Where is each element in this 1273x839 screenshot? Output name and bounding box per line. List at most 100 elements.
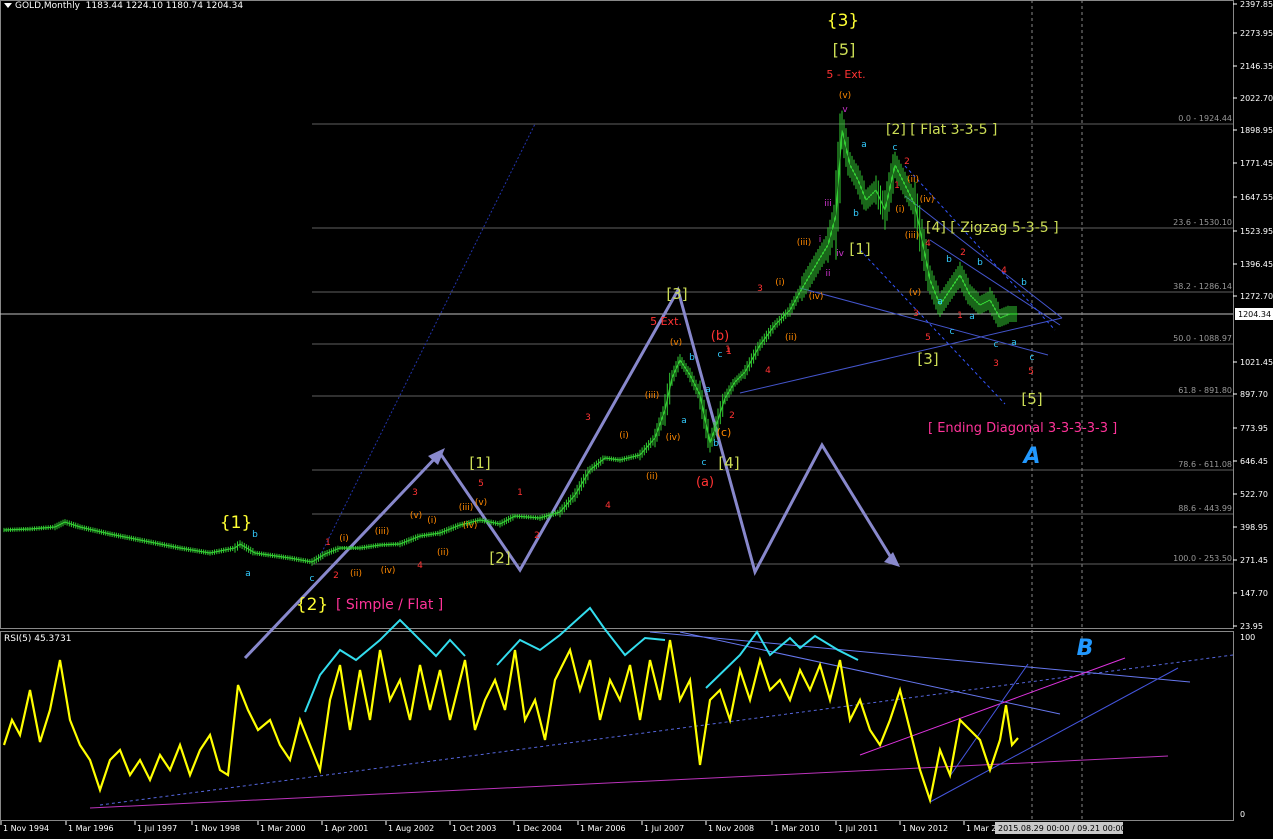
minor-wave-label: c [718,350,723,360]
chart-canvas[interactable]: 0.0 - 1924.44 23.6 - 1530.10 38.2 - 1286… [0,0,1273,839]
time-axis-label: 1 Jul 2007 [644,824,684,833]
minor-wave-label: c [950,327,955,337]
wave-label-B: B [1077,636,1094,661]
minor-wave-label: a [705,385,711,395]
fib-level-labels: 0.0 - 1924.44 23.6 - 1530.10 38.2 - 1286… [1173,114,1232,563]
wave-label: {2} [296,595,328,615]
price-axis-label: 1396.45 [1240,260,1273,269]
minor-wave-label: b [252,530,258,540]
minor-wave-label: a [1011,338,1017,348]
price-axis-label: 2397.85 [1240,0,1273,9]
time-axis-label: 1 Nov 2008 [708,824,754,833]
ohlc-values: 1183.44 1224.10 1180.74 1204.34 [85,1,244,11]
minor-wave-label: (iv) [381,566,396,576]
minor-wave-label: (ii) [785,333,797,343]
price-axis-label: 2273.95 [1240,29,1273,38]
minor-wave-label: a [861,140,867,150]
minor-wave-label: (iv) [920,195,935,205]
rsi-guide-lines [89,631,1234,809]
time-axis-label: 1 Nov 1998 [194,824,240,833]
minor-wave-label: b [1021,278,1027,288]
minor-wave-label: (i) [775,278,785,288]
wave-label: [4] [718,454,739,472]
rsi-panel-frame [0,631,1234,821]
minor-wave-label: (i) [895,205,905,215]
symbol-label: GOLD,Monthly [15,1,80,11]
minor-wave-label: (iv) [463,521,478,531]
minor-wave-label: c [310,574,315,584]
minor-wave-label: (i) [339,534,349,544]
fib-label-6: 88.6 - 443.99 [1178,504,1232,513]
minor-wave-label: ii [825,269,830,279]
price-axis-label: 2146.35 [1240,62,1273,71]
minor-wave-label: 3 [585,413,591,423]
price-axis-label: 1523.95 [1240,227,1273,236]
minor-wave-label: (v) [475,498,487,508]
wave-label-A: A [1021,444,1040,469]
rsi-scale-bottom: 0 [1240,810,1245,819]
wave-label: v [842,105,848,115]
wave-label: [3] [917,350,938,368]
time-axis-label: 1 Jul 2011 [838,824,878,833]
price-axis-label: 1272.70 [1240,292,1273,301]
minor-wave-label: 2 [534,531,540,541]
minor-wave-label: 3 [993,359,999,369]
wave-label: (a) [696,475,714,490]
minor-wave-label: a [969,312,975,322]
minor-wave-label: 4 [417,561,423,571]
minor-wave-label: 1 [957,311,963,321]
time-axis-label: 1 Nov 1994 [3,824,49,833]
minor-wave-label: b [689,353,695,363]
time-axis-label: 1 Oct 2003 [452,824,496,833]
rsi-cyan-arrows [304,606,859,713]
minor-wave-label: (iv) [666,433,681,443]
minor-wave-label: 4 [925,239,931,249]
chart-title-bar[interactable]: GOLD,Monthly 1183.44 1224.10 1180.74 120… [4,1,243,11]
minor-wave-label: 4 [1001,266,1007,276]
minor-wave-label: c [702,458,707,468]
minor-wave-label: a [245,569,251,579]
rsi-scale-top: 100 [1240,633,1255,642]
current-price-value: 1204.34 [1238,310,1271,319]
minor-wave-label: iv [836,249,845,259]
wave-label: [4] [ Zigzag 5-3-5 ] [926,220,1059,236]
wave-label: (c) [717,426,732,439]
price-bars [3,110,1017,566]
wave-label: [ Ending Diagonal 3-3-3-3-3 ] [928,421,1117,436]
dropdown-triangle-icon[interactable] [4,3,12,8]
price-axis-label: 522.70 [1240,490,1268,499]
fib-label-1: 23.6 - 1530.10 [1173,218,1232,227]
wave-label: [2] [489,549,510,567]
fib-label-3: 50.0 - 1088.97 [1173,334,1232,343]
minor-wave-label: (iii) [645,391,660,401]
price-axis-label: 398.95 [1240,523,1268,532]
minor-wave-label: (i) [427,516,437,526]
wave-label: [ Simple / Flat ] [336,597,443,613]
time-axis-label: 1 Aug 2002 [388,824,434,833]
minor-wave-label: (ii) [646,472,658,482]
minor-wave-label: 3 [412,488,418,498]
time-axis-label: 1 Dec 2004 [516,824,562,833]
fib-label-5: 78.6 - 611.08 [1178,460,1232,469]
minor-wave-label: b [946,255,952,265]
time-axis-label: 1 Mar 2010 [774,824,820,833]
rsi-arrow [496,606,666,666]
minor-wave-label: (v) [909,288,921,298]
minor-wave-label: (v) [410,511,422,521]
channel-line[interactable] [317,123,536,561]
price-axis-label: 1647.55 [1240,193,1273,202]
price-axis-label: 1771.45 [1240,159,1273,168]
price-axis-label: 147.70 [1240,589,1268,598]
wave-label: 5 - Ext. [826,68,865,81]
fib-label-4: 61.8 - 891.80 [1178,386,1232,395]
minor-wave-label: 1 [725,345,731,355]
minor-wave-label: c [1030,353,1035,363]
time-axis-label: 1 Mar 2 [966,824,996,833]
minor-wave-label: (iii) [905,231,920,241]
wave-label: [2] [ Flat 3-3-5 ] [886,122,997,138]
minor-wave-label: b [713,439,719,449]
price-axis-label: 773.95 [1240,424,1268,433]
minor-wave-label: 4 [605,501,611,511]
wave-label: [3] [666,285,687,303]
minor-wave-label: 3 [757,284,763,294]
